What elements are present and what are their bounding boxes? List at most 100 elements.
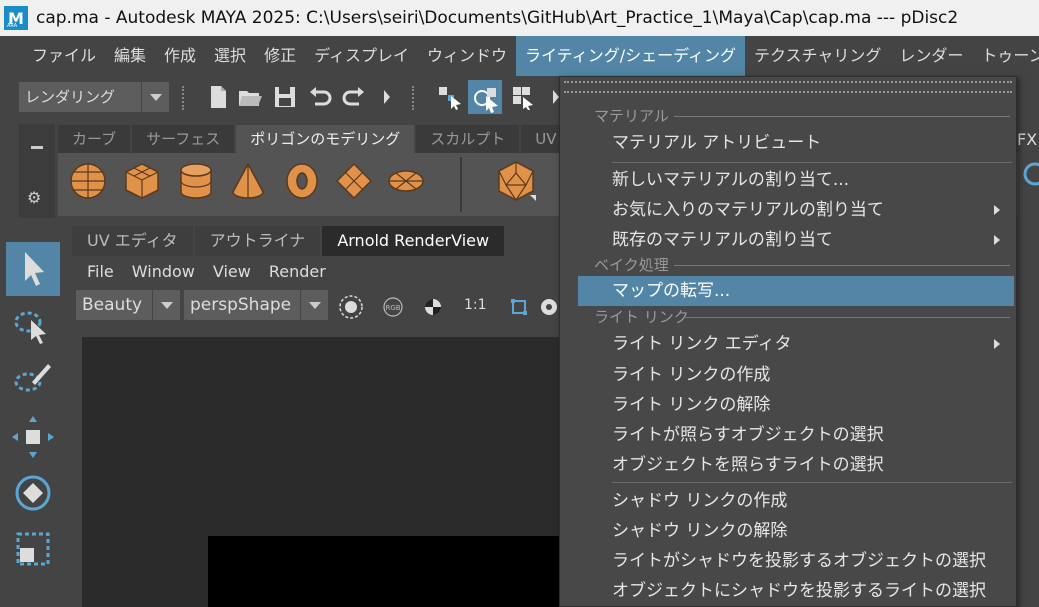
menu-edit[interactable]: 編集 [105, 36, 155, 76]
scale-icon [16, 532, 50, 566]
clock-icon[interactable] [1020, 162, 1039, 188]
shelf-menu-icon[interactable] [31, 146, 43, 149]
platonic-solid-icon[interactable] [494, 159, 538, 203]
menu-item-make-shadow-links[interactable]: シャドウ リンクの作成 [578, 486, 1014, 516]
menu-item-select-lights-illuminating[interactable]: オブジェクトを照らすライトの選択 [578, 450, 1014, 480]
shelf-tab-fx-partial[interactable]: FX [1017, 130, 1037, 149]
shelf-tabs: カーブ サーフェス ポリゴンのモデリング スカルプト UV [58, 125, 573, 153]
section-header-bake: ベイク処理 [594, 254, 1014, 276]
submenu-arrow-icon [994, 235, 1000, 245]
tear-off-handle[interactable] [564, 81, 1012, 93]
tab-outliner[interactable]: アウトライナ [194, 226, 321, 256]
shelf-tab-surfaces[interactable]: サーフェス [132, 125, 235, 153]
window-title: cap.ma - Autodesk MAYA 2025: C:\Users\se… [36, 8, 959, 28]
rv-menu-render[interactable]: Render [260, 262, 335, 281]
menu-separator [612, 162, 1012, 163]
poly-torus-icon[interactable] [282, 161, 322, 201]
lighting-shading-dropdown: マテリアル マテリアル アトリビュート 新しいマテリアルの割り当て... お気に… [559, 76, 1017, 607]
toolbar-divider [182, 86, 186, 110]
menu-create[interactable]: 作成 [155, 36, 205, 76]
chevron-down-icon [300, 290, 328, 320]
panel-tabs: UV エディタ アウトライナ Arnold RenderView [72, 226, 506, 256]
poly-plane-icon[interactable] [334, 161, 374, 201]
poly-disc-icon[interactable] [386, 161, 426, 201]
shelf-settings-icon[interactable]: ⚙ [27, 188, 41, 207]
rv-menu-file[interactable]: File [78, 262, 123, 281]
crop-region-icon[interactable] [508, 296, 530, 318]
poly-cube-icon[interactable] [122, 161, 162, 201]
menu-file[interactable]: ファイル [23, 36, 105, 76]
section-rule [674, 116, 1010, 117]
aov-dropdown[interactable]: Beauty [76, 290, 180, 320]
zoom-ratio-label[interactable]: 1:1 [464, 297, 487, 313]
menu-lighting-shading[interactable]: ライティング/シェーディング [515, 36, 745, 76]
lasso-tool[interactable] [6, 298, 60, 352]
menu-item-select-shadow-casting-objects[interactable]: ライトがシャドウを投影するオブジェクトの選択 [578, 546, 1014, 576]
undo-icon[interactable] [307, 84, 333, 110]
maya-app-icon[interactable]: M ARA [4, 6, 28, 30]
shelf-tab-sculpting[interactable]: スカルプト [416, 125, 520, 153]
menu-render[interactable]: レンダー [890, 36, 972, 76]
menu-item-light-linking-editor[interactable]: ライト リンク エディタ [578, 329, 1014, 359]
new-scene-icon[interactable] [205, 84, 231, 110]
save-scene-icon[interactable] [272, 84, 298, 110]
menu-select[interactable]: 選択 [205, 36, 255, 76]
render-region-icon[interactable] [338, 294, 364, 320]
menu-item-material-attributes[interactable]: マテリアル アトリビュート [578, 128, 1014, 158]
section-rule [684, 317, 1010, 318]
menu-display[interactable]: ディスプレイ [305, 36, 418, 76]
shelf-tab-poly-modeling[interactable]: ポリゴンのモデリング [236, 125, 415, 153]
toolbar-divider [412, 86, 416, 110]
move-tool[interactable] [6, 410, 60, 464]
rotate-tool[interactable] [6, 466, 60, 520]
paint-brush-icon [14, 364, 51, 392]
menu-item-assign-new-material[interactable]: 新しいマテリアルの割り当て... [578, 165, 1014, 195]
tab-arnold-renderview[interactable]: Arnold RenderView [322, 226, 505, 256]
select-arrow-icon [25, 252, 44, 286]
shelf-tab-curves[interactable]: カーブ [58, 125, 131, 153]
select-object-icon [474, 88, 498, 113]
select-hierarchy-icon[interactable] [437, 84, 463, 110]
poly-sphere-icon[interactable] [68, 161, 108, 201]
select-object-mode[interactable] [468, 80, 502, 114]
section-header-material: マテリアル [594, 105, 1014, 127]
shelf-side-controls: ⚙ [19, 124, 55, 218]
menu-set-dropdown[interactable]: レンダリング [19, 82, 169, 112]
arnold-renderview-panel: File Window View Render Beauty perspShap… [72, 256, 572, 607]
menu-toon[interactable]: トゥーン [972, 36, 1039, 76]
menu-item-transfer-maps[interactable]: マップの転写... [578, 276, 1014, 306]
menu-item-assign-favorite-material[interactable]: お気に入りのマテリアルの割り当て [578, 195, 1014, 225]
rv-menu-window[interactable]: Window [123, 262, 204, 281]
menu-texturing[interactable]: テクスチャリング [745, 36, 890, 76]
menu-item-make-light-links[interactable]: ライト リンクの作成 [578, 360, 1014, 390]
menu-item-break-shadow-links[interactable]: シャドウ リンクの解除 [578, 516, 1014, 546]
rv-menu-view[interactable]: View [204, 262, 260, 281]
redo-icon[interactable] [341, 84, 367, 110]
collapse-arrow-icon[interactable] [381, 84, 393, 110]
select-tool[interactable] [6, 242, 60, 296]
scale-tool[interactable] [6, 522, 60, 576]
move-icon [12, 416, 54, 458]
menu-item-select-objects-illuminated[interactable]: ライトが照らすオブジェクトの選択 [578, 420, 1014, 450]
select-component-icon[interactable] [510, 84, 536, 110]
chevron-down-icon [141, 82, 169, 112]
lasso-icon [14, 311, 46, 344]
menu-item-break-light-links[interactable]: ライト リンクの解除 [578, 390, 1014, 420]
tab-uv-editor[interactable]: UV エディタ [72, 226, 193, 256]
menu-item-assign-existing-material[interactable]: 既存のマテリアルの割り当て [578, 225, 1014, 255]
poly-cylinder-icon[interactable] [176, 161, 216, 201]
rgb-channel-icon[interactable]: RGB [382, 296, 404, 318]
aperture-icon[interactable] [538, 296, 560, 318]
rotate-icon [15, 475, 51, 511]
menu-modify[interactable]: 修正 [255, 36, 305, 76]
paint-select-tool[interactable] [6, 354, 60, 408]
open-scene-icon[interactable] [237, 84, 263, 110]
submenu-arrow-icon [994, 205, 1000, 215]
render-viewport[interactable] [82, 337, 572, 607]
alpha-channel-icon[interactable] [422, 296, 444, 318]
menu-item-select-shadow-casting-lights[interactable]: オブジェクトにシャドウを投影するライトの選択 [578, 576, 1014, 606]
poly-cone-icon[interactable] [228, 161, 268, 201]
camera-dropdown[interactable]: perspShape [184, 290, 328, 320]
main-menu-bar: ファイル 編集 作成 選択 修正 ディスプレイ ウィンドウ ライティング/シェー… [0, 36, 1039, 76]
menu-windows[interactable]: ウィンドウ [418, 36, 516, 76]
